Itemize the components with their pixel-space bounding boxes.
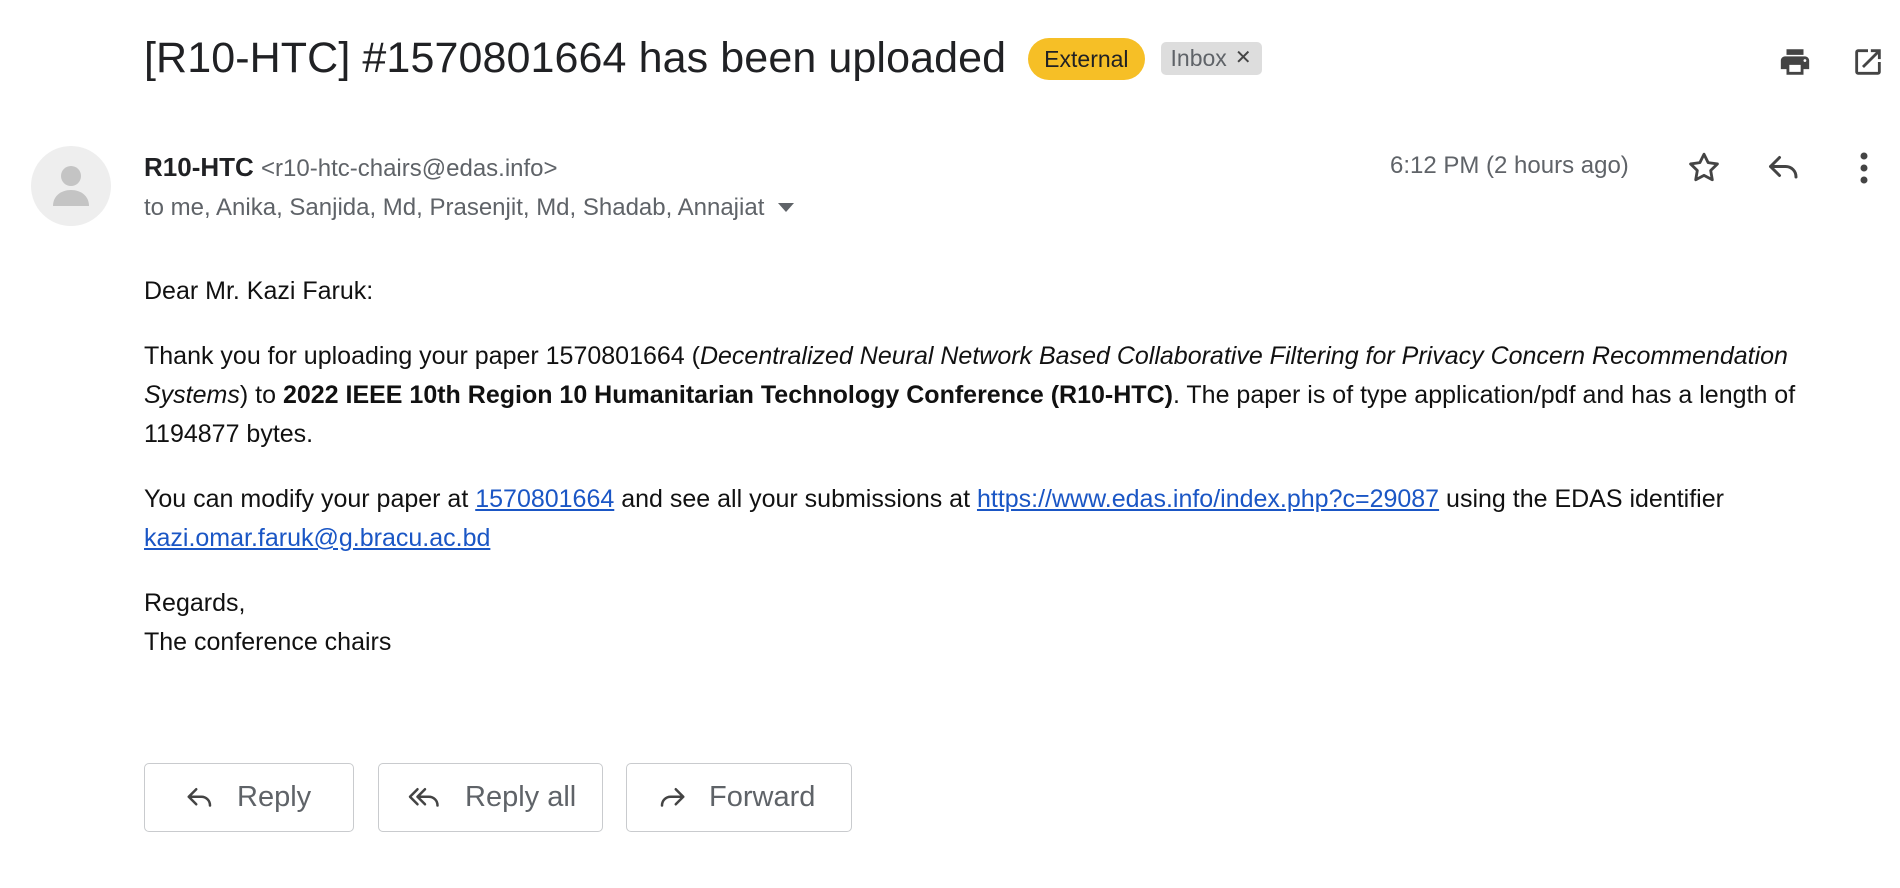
email-subject: [R10-HTC] #1570801664 has been uploaded [144,34,1007,82]
reply-icon [183,783,217,813]
edas-identifier-link[interactable]: kazi.omar.faruk@g.bracu.ac.bd [144,524,490,552]
recipients: to me, Anika, Sanjida, Md, Prasenjit, Md… [144,194,795,222]
forward-icon [655,783,689,813]
reply-button-label: Reply [237,781,312,813]
dropdown-arrow-icon[interactable] [778,203,795,213]
p2-text-c: using the EDAS identifier [1439,485,1724,513]
signoff: The conference chairs [144,628,392,656]
paragraph-modify: You can modify your paper at 1570801664 … [144,480,1884,558]
avatar[interactable] [31,146,111,226]
label-external[interactable]: External [1028,37,1145,80]
printer-icon[interactable] [1773,40,1817,84]
subject-row: [R10-HTC] #1570801664 has been uploaded … [144,34,1262,83]
sender-email: <r10-htc-chairs@edas.info> [261,155,558,182]
reply-all-button-label: Reply all [465,781,577,813]
forward-button-label: Forward [709,781,816,813]
remove-label-icon[interactable]: ✕ [1235,42,1252,75]
recipients-text: to me, Anika, Sanjida, Md, Prasenjit, Md… [144,194,765,221]
sender-line: R10-HTC <r10-htc-chairs@edas.info> [144,152,558,183]
regards: Regards, [144,589,246,617]
reply-all-icon [405,783,445,813]
p2-text-a: You can modify your paper at [144,485,476,513]
greeting: Dear Mr. Kazi Faruk: [144,277,374,305]
sender-name[interactable]: R10-HTC [144,152,254,182]
p1-text-a: Thank you for uploading your paper 15708… [144,342,700,370]
more-vert-icon[interactable] [1838,142,1890,194]
reply-icon[interactable] [1758,142,1810,194]
paragraph-upload: Thank you for uploading your paper 15708… [144,337,1884,454]
signature: Regards, The conference chairs [144,584,1884,662]
label-inbox[interactable]: Inbox ✕ [1160,42,1262,75]
label-inbox-text: Inbox [1170,45,1227,71]
star-icon[interactable] [1678,142,1730,194]
open-in-new-window-icon[interactable] [1846,40,1890,84]
paper-link[interactable]: 1570801664 [475,485,614,513]
submissions-link[interactable]: https://www.edas.info/index.php?c=29087 [977,485,1439,513]
person-icon [53,166,89,206]
p1-text-b: ) to [239,381,283,409]
reply-all-button[interactable]: Reply all [378,763,603,832]
forward-button[interactable]: Forward [626,763,852,832]
p2-text-b: and see all your submissions at [614,485,977,513]
conference-name: 2022 IEEE 10th Region 10 Humanitarian Te… [282,381,1173,409]
message-body: Dear Mr. Kazi Faruk: Thank you for uploa… [144,272,1884,688]
reply-button[interactable]: Reply [144,763,354,832]
message-time: 6:12 PM (2 hours ago) [1390,152,1629,179]
